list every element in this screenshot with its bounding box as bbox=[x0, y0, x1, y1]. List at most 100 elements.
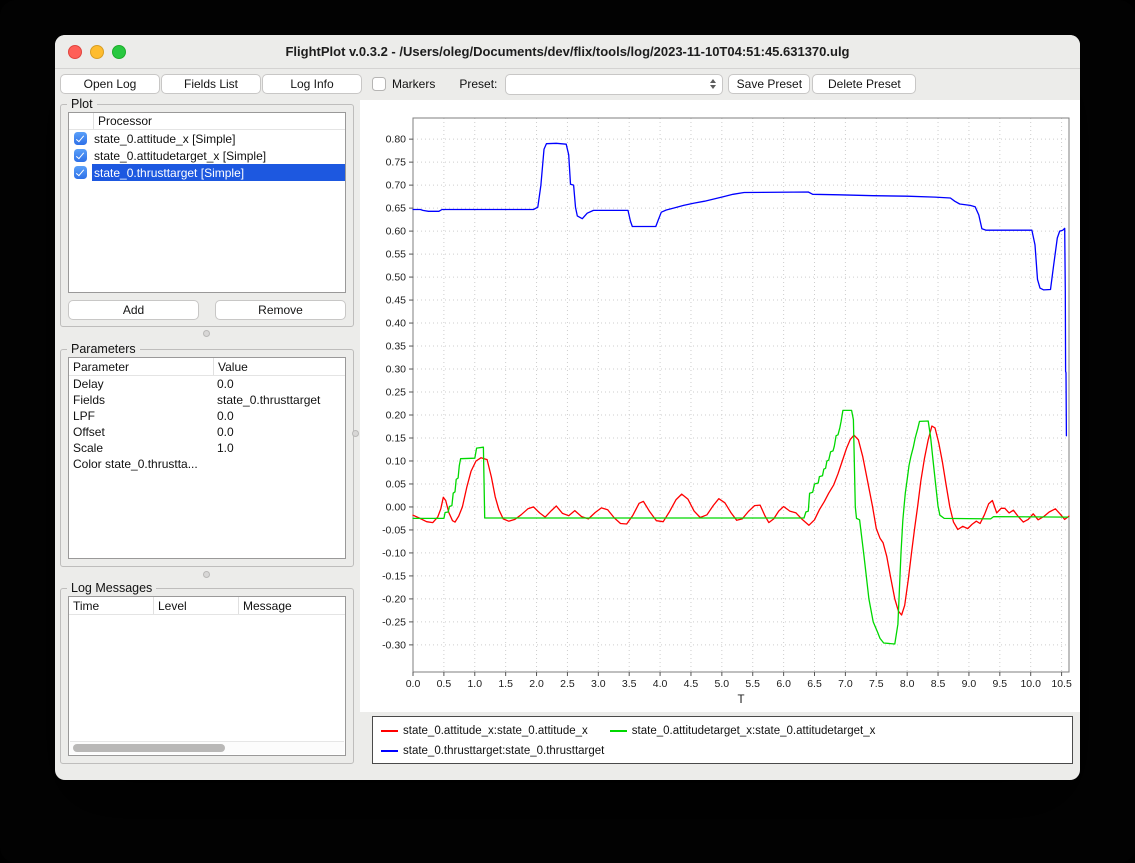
splitter-handle[interactable] bbox=[203, 330, 210, 337]
zoom-window-button[interactable] bbox=[112, 45, 126, 59]
title-bar[interactable]: FlightPlot v.0.3.2 - /Users/oleg/Documen… bbox=[55, 35, 1080, 69]
list-item-label: state_0.attitude_x [Simple] bbox=[94, 132, 235, 146]
svg-text:0.35: 0.35 bbox=[386, 341, 407, 353]
svg-text:0.5: 0.5 bbox=[437, 678, 452, 690]
parameter-value[interactable]: 1.0 bbox=[213, 441, 345, 455]
preset-label: Preset: bbox=[459, 77, 497, 91]
svg-text:0.70: 0.70 bbox=[386, 180, 407, 192]
scrollbar-thumb[interactable] bbox=[73, 744, 225, 752]
log-messages-table[interactable]: Time Level Message bbox=[68, 596, 346, 756]
parameters-table-header: Parameter Value bbox=[69, 358, 345, 376]
delete-preset-button[interactable]: Delete Preset bbox=[812, 74, 916, 94]
svg-text:0.15: 0.15 bbox=[386, 432, 407, 444]
parameter-name: Delay bbox=[69, 377, 213, 391]
svg-text:6.0: 6.0 bbox=[776, 678, 791, 690]
chart-panel: 0.800.750.700.650.600.550.500.450.400.35… bbox=[360, 100, 1080, 712]
svg-text:8.0: 8.0 bbox=[900, 678, 915, 690]
svg-text:0.00: 0.00 bbox=[386, 501, 407, 513]
chart[interactable]: 0.800.750.700.650.600.550.500.450.400.35… bbox=[360, 100, 1080, 712]
list-item[interactable]: state_0.thrusttarget [Simple] bbox=[69, 164, 345, 181]
checkbox-icon[interactable] bbox=[74, 149, 87, 162]
svg-text:5.5: 5.5 bbox=[745, 678, 760, 690]
table-row[interactable]: Scale 1.0 bbox=[69, 440, 345, 456]
parameter-value[interactable]: 0.0 bbox=[213, 377, 345, 391]
svg-text:5.0: 5.0 bbox=[715, 678, 730, 690]
svg-text:-0.10: -0.10 bbox=[382, 547, 406, 559]
svg-text:4.0: 4.0 bbox=[653, 678, 668, 690]
parameters-panel-title: Parameters bbox=[67, 342, 140, 356]
svg-text:8.5: 8.5 bbox=[931, 678, 946, 690]
legend-label: state_0.attitudetarget_x:state_0.attitud… bbox=[632, 725, 876, 737]
table-row[interactable]: LPF 0.0 bbox=[69, 408, 345, 424]
processor-list[interactable]: Processor state_0.attitude_x [Simple] st… bbox=[68, 112, 346, 293]
open-log-button[interactable]: Open Log bbox=[60, 74, 160, 94]
log-info-button[interactable]: Log Info bbox=[262, 74, 362, 94]
parameter-value[interactable]: state_0.thrusttarget bbox=[213, 393, 345, 407]
svg-text:0.05: 0.05 bbox=[386, 478, 407, 490]
svg-text:9.5: 9.5 bbox=[993, 678, 1008, 690]
parameter-name: Color state_0.thrustta... bbox=[69, 457, 213, 471]
svg-text:3.5: 3.5 bbox=[622, 678, 637, 690]
svg-text:3.0: 3.0 bbox=[591, 678, 606, 690]
svg-text:0.45: 0.45 bbox=[386, 295, 407, 307]
parameter-value[interactable]: 0.0 bbox=[213, 425, 345, 439]
checkbox-column-spacer bbox=[69, 113, 94, 129]
screen-background: FlightPlot v.0.3.2 - /Users/oleg/Documen… bbox=[0, 0, 1135, 863]
parameter-value[interactable]: 0.0 bbox=[213, 409, 345, 423]
svg-text:10.0: 10.0 bbox=[1020, 678, 1041, 690]
svg-text:1.0: 1.0 bbox=[467, 678, 482, 690]
table-row[interactable]: Color state_0.thrustta... bbox=[69, 456, 345, 472]
horizontal-scrollbar[interactable] bbox=[70, 741, 344, 754]
legend-label: state_0.attitude_x:state_0.attitude_x bbox=[403, 725, 588, 737]
svg-text:-0.25: -0.25 bbox=[382, 616, 406, 628]
traffic-lights bbox=[68, 45, 126, 59]
message-column-header: Message bbox=[239, 599, 345, 613]
table-row[interactable]: Offset 0.0 bbox=[69, 424, 345, 440]
remove-button[interactable]: Remove bbox=[215, 300, 346, 320]
svg-text:0.25: 0.25 bbox=[386, 387, 407, 399]
svg-text:-0.30: -0.30 bbox=[382, 639, 406, 651]
parameters-table[interactable]: Parameter Value Delay 0.0 Fields state_0… bbox=[68, 357, 346, 559]
close-window-button[interactable] bbox=[68, 45, 82, 59]
svg-text:0.60: 0.60 bbox=[386, 226, 407, 238]
splitter-handle[interactable] bbox=[203, 571, 210, 578]
legend-line-blue-icon bbox=[381, 750, 398, 752]
svg-text:10.5: 10.5 bbox=[1051, 678, 1072, 690]
processor-list-header: Processor bbox=[69, 113, 345, 130]
minimize-window-button[interactable] bbox=[90, 45, 104, 59]
svg-text:0.50: 0.50 bbox=[386, 272, 407, 284]
window-title: FlightPlot v.0.3.2 - /Users/oleg/Documen… bbox=[285, 44, 849, 59]
plot-panel: Plot Processor state_0.attitude_x [Simpl… bbox=[60, 104, 354, 327]
svg-text:7.5: 7.5 bbox=[869, 678, 884, 690]
save-preset-button[interactable]: Save Preset bbox=[728, 74, 810, 94]
chevron-up-icon bbox=[710, 79, 716, 83]
checkbox-icon[interactable] bbox=[74, 166, 87, 179]
list-item[interactable]: state_0.attitudetarget_x [Simple] bbox=[69, 147, 345, 164]
chevron-down-icon bbox=[710, 85, 716, 89]
splitter-handle[interactable] bbox=[352, 430, 359, 437]
svg-text:T: T bbox=[737, 694, 744, 706]
svg-text:0.75: 0.75 bbox=[386, 157, 407, 169]
svg-text:-0.15: -0.15 bbox=[382, 570, 406, 582]
svg-text:0.20: 0.20 bbox=[386, 409, 407, 421]
table-row[interactable]: Delay 0.0 bbox=[69, 376, 345, 392]
combobox-stepper-icon[interactable] bbox=[707, 77, 718, 92]
svg-text:0.65: 0.65 bbox=[386, 203, 407, 215]
svg-text:-0.05: -0.05 bbox=[382, 524, 406, 536]
markers-checkbox[interactable] bbox=[372, 77, 386, 91]
table-row[interactable]: Fields state_0.thrusttarget bbox=[69, 392, 345, 408]
flightplot-window: FlightPlot v.0.3.2 - /Users/oleg/Documen… bbox=[55, 35, 1080, 780]
log-table-header: Time Level Message bbox=[69, 597, 345, 615]
svg-text:0.10: 0.10 bbox=[386, 455, 407, 467]
markers-label: Markers bbox=[392, 77, 435, 91]
parameter-name: Scale bbox=[69, 441, 213, 455]
add-button[interactable]: Add bbox=[68, 300, 199, 320]
legend-label: state_0.thrusttarget:state_0.thrusttarge… bbox=[403, 745, 604, 757]
checkbox-icon[interactable] bbox=[74, 132, 87, 145]
preset-combobox[interactable] bbox=[505, 74, 723, 95]
time-column-header: Time bbox=[69, 597, 154, 614]
list-item[interactable]: state_0.attitude_x [Simple] bbox=[69, 130, 345, 147]
svg-text:0.80: 0.80 bbox=[386, 134, 407, 146]
fields-list-button[interactable]: Fields List bbox=[161, 74, 261, 94]
svg-text:0.0: 0.0 bbox=[406, 678, 421, 690]
